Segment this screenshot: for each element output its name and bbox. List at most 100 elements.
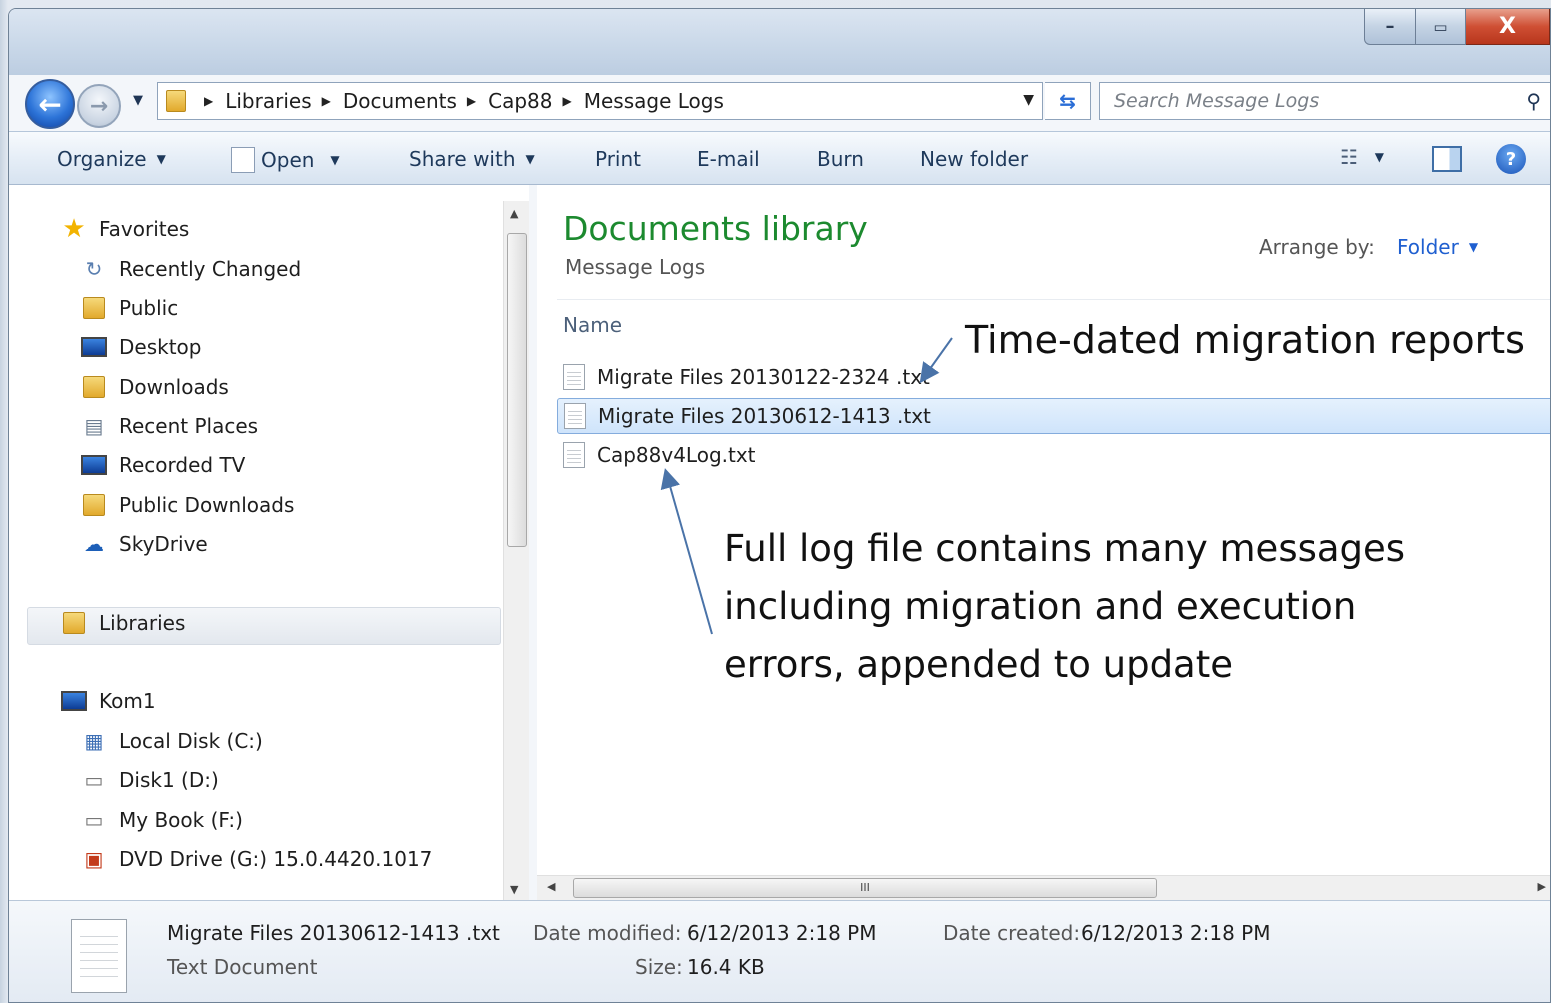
folder-icon	[166, 90, 186, 112]
file-row[interactable]: Cap88v4Log.txt	[563, 437, 1550, 473]
nav-disk1-d[interactable]: ▭ Disk1 (D:)	[81, 768, 219, 792]
breadcrumb-message-logs[interactable]: ▶ Message Logs	[553, 89, 724, 113]
annotation-full-log: Full log file contains many messages inc…	[724, 527, 1406, 686]
minimize-button[interactable]: –	[1364, 9, 1416, 45]
share-with-label: Share with	[409, 147, 516, 171]
maximize-button[interactable]: ▭	[1416, 9, 1466, 45]
chevron-right-icon: ▶	[321, 94, 331, 108]
back-button[interactable]: ←	[25, 79, 75, 129]
arrange-by-dropdown[interactable]: Folder ▼	[1397, 235, 1478, 259]
nav-dvd-drive-g[interactable]: ▣ DVD Drive (G:) 15.0.4420.1017	[81, 847, 433, 871]
chevron-down-icon: ▼	[156, 152, 166, 166]
breadcrumb-documents[interactable]: ▶ Documents	[312, 89, 457, 113]
horizontal-scroll-thumb[interactable]: III	[573, 878, 1157, 898]
burn-button[interactable]: Burn	[817, 147, 864, 171]
search-input[interactable]	[1114, 90, 1494, 112]
arrange-by-value: Folder	[1397, 235, 1459, 259]
chevron-down-icon: ▼	[1468, 240, 1479, 254]
breadcrumb-libraries[interactable]: ▶ Libraries	[194, 89, 312, 113]
breadcrumb-cap88[interactable]: ▶ Cap88	[457, 89, 553, 113]
chevron-right-icon: ▶	[204, 94, 214, 108]
scroll-down-icon[interactable]: ▼	[510, 883, 518, 896]
nav-favorites[interactable]: ★ Favorites	[61, 214, 189, 244]
nav-label: Downloads	[119, 375, 229, 399]
chevron-down-icon[interactable]: ▼	[1375, 150, 1384, 164]
drive-icon: ▭	[84, 768, 104, 792]
scroll-up-icon[interactable]: ▲	[510, 207, 518, 220]
nav-skydrive[interactable]: ☁ SkyDrive	[81, 532, 208, 556]
nav-public-downloads[interactable]: Public Downloads	[81, 493, 294, 517]
title-bar[interactable]: – ▭ X	[9, 9, 1550, 75]
recent-pages-dropdown[interactable]: ▼	[133, 93, 143, 108]
breadcrumb-label: Message Logs	[583, 89, 724, 113]
tv-icon	[81, 455, 107, 475]
libraries-icon	[63, 612, 85, 634]
nav-libraries[interactable]: Libraries	[61, 611, 185, 635]
file-name: Migrate Files 20130612-1413 .txt	[598, 404, 931, 428]
file-row-selected[interactable]: Migrate Files 20130612-1413 .txt	[557, 398, 1550, 434]
horizontal-scrollbar[interactable]: ◀ III ▶	[537, 875, 1550, 900]
column-header-name[interactable]: Name	[563, 313, 622, 337]
breadcrumb-label: Documents	[342, 89, 457, 113]
caption-buttons: – ▭ X	[1364, 9, 1550, 45]
email-button[interactable]: E-mail	[697, 147, 760, 171]
nav-label: Local Disk (C:)	[119, 729, 263, 753]
chevron-down-icon: ▼	[133, 93, 143, 108]
text-file-icon	[564, 403, 586, 429]
refresh-button[interactable]: ⇆	[1045, 82, 1091, 120]
cloud-icon: ☁	[84, 532, 104, 556]
forward-button[interactable]: →	[77, 84, 121, 128]
nav-recorded-tv[interactable]: Recorded TV	[81, 453, 245, 477]
nav-downloads[interactable]: Downloads	[81, 375, 229, 399]
document-icon	[231, 147, 255, 173]
chevron-down-icon: ▼	[1023, 92, 1034, 108]
address-bar[interactable]: ▶ Libraries ▶ Documents ▶ Cap88 ▶ Messag…	[157, 82, 1043, 120]
navigation-pane: ★ Favorites ↻ Recently Changed Public De…	[9, 185, 529, 900]
breadcrumb-label: Cap88	[488, 89, 553, 113]
nav-desktop[interactable]: Desktop	[81, 335, 201, 359]
organize-label: Organize	[57, 147, 147, 171]
details-size-label: Size:	[635, 955, 683, 979]
text-file-icon	[563, 364, 585, 390]
view-options-icon[interactable]: ☷	[1340, 145, 1358, 169]
library-subtitle: Message Logs	[565, 255, 706, 279]
file-row[interactable]: Migrate Files 20130122-2324 .txt	[563, 359, 1550, 395]
help-icon[interactable]: ?	[1496, 144, 1526, 174]
nav-computer[interactable]: Kom1	[61, 689, 156, 713]
nav-public[interactable]: Public	[81, 296, 178, 320]
open-button[interactable]: Open ▼	[231, 147, 340, 173]
nav-label: Disk1 (D:)	[119, 768, 219, 792]
preview-pane-icon[interactable]	[1432, 146, 1462, 172]
print-button[interactable]: Print	[595, 147, 641, 171]
details-file-type: Text Document	[167, 955, 318, 979]
text-file-icon	[71, 919, 127, 993]
nav-scrollbar[interactable]: ▲ ▼	[503, 201, 529, 900]
new-folder-button[interactable]: New folder	[920, 147, 1028, 171]
nav-label: Kom1	[99, 689, 156, 713]
system-drive-icon: ▦	[84, 729, 104, 753]
refresh-icon: ⇆	[1059, 89, 1076, 113]
open-label: Open	[261, 148, 315, 172]
nav-scroll-thumb[interactable]	[507, 233, 527, 547]
nav-recent-places[interactable]: ▤ Recent Places	[81, 414, 259, 438]
computer-icon	[61, 691, 87, 711]
details-file-name: Migrate Files 20130612-1413 .txt	[167, 921, 500, 945]
nav-my-book-f[interactable]: ▭ My Book (F:)	[81, 808, 243, 832]
address-history-dropdown[interactable]: ▼	[1023, 92, 1034, 108]
close-button[interactable]: X	[1466, 9, 1550, 45]
chevron-down-icon: ▼	[330, 153, 340, 167]
folder-icon	[83, 494, 105, 516]
nav-local-disk-c[interactable]: ▦ Local Disk (C:)	[81, 729, 263, 753]
nav-recently-changed[interactable]: ↻ Recently Changed	[81, 257, 302, 281]
nav-label: Public Downloads	[119, 493, 295, 517]
scroll-right-icon[interactable]: ▶	[1538, 880, 1546, 893]
share-with-button[interactable]: Share with ▼	[409, 147, 535, 171]
recent-places-icon: ▤	[84, 414, 104, 438]
recent-changes-icon: ↻	[85, 257, 103, 281]
office-dvd-icon: ▣	[84, 847, 104, 871]
search-box[interactable]: ⚲	[1099, 82, 1550, 120]
search-icon[interactable]: ⚲	[1526, 89, 1541, 113]
organize-button[interactable]: Organize ▼	[57, 147, 166, 171]
scroll-left-icon[interactable]: ◀	[547, 880, 555, 893]
nav-label: Libraries	[99, 611, 186, 635]
